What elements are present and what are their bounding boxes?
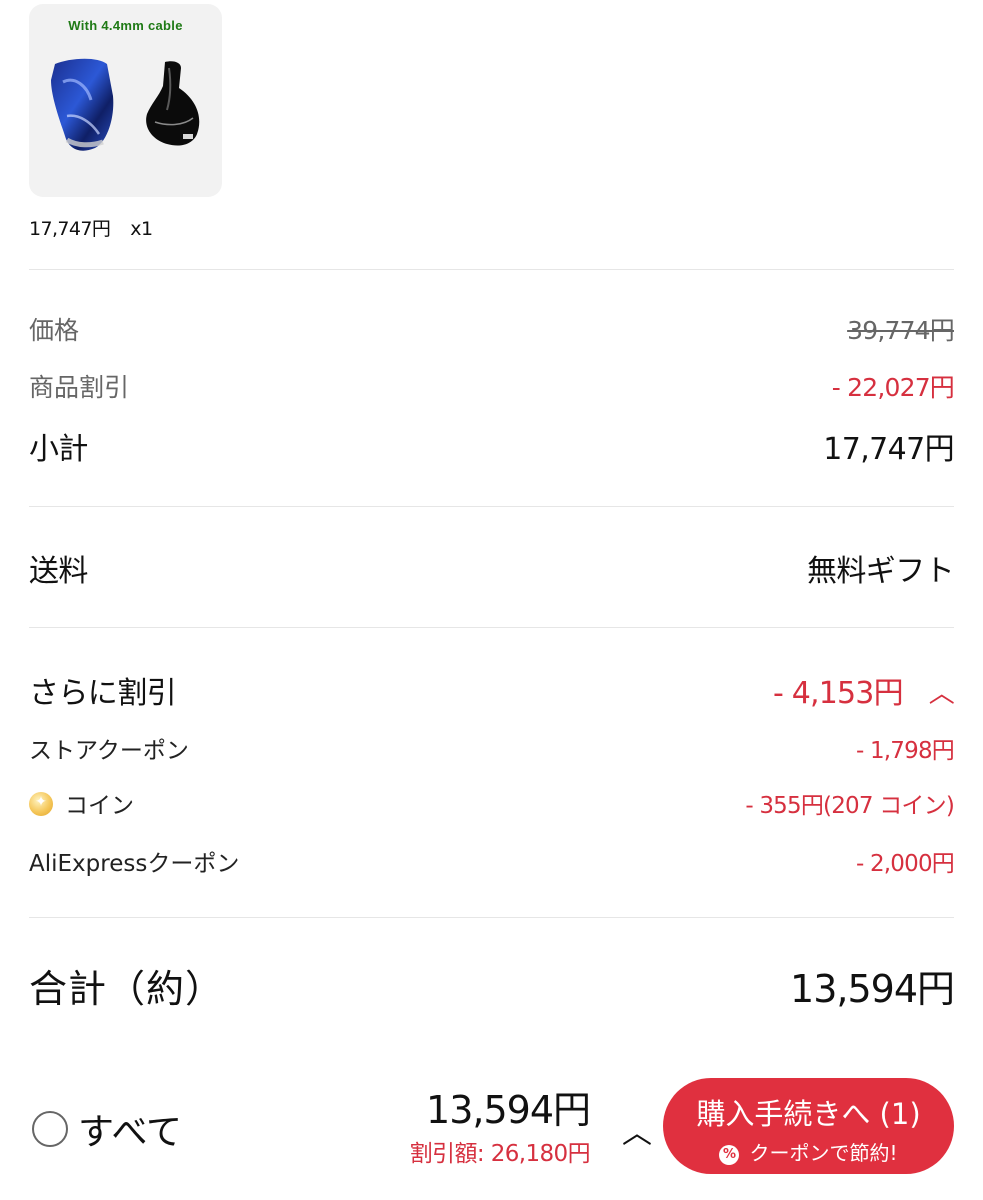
checkout-footer: すべて 13,594円 割引額: 26,180円 ︿ 購入手続きへ (1) % ク…	[0, 1070, 983, 1200]
select-all-radio[interactable]	[32, 1111, 68, 1147]
extra-discount-value: - 4,153円	[772, 676, 904, 711]
product-image[interactable]: With 4.4mm cable	[29, 4, 222, 197]
product-quantity: x1	[130, 218, 153, 240]
total-row: 合計（約） 13,594円	[29, 958, 955, 1012]
checkout-sub-label: クーポンで節約!	[749, 1141, 898, 1165]
product-discount-row: 商品割引 - 22,027円	[29, 367, 955, 405]
coin-icon	[29, 792, 53, 816]
aliexpress-coupon-value: - 2,000円	[855, 851, 955, 877]
product-price: 17,747円	[29, 218, 111, 240]
total-value: 13,594円	[790, 966, 955, 1011]
aliexpress-coupon-label: AliExpressクーポン	[29, 851, 240, 877]
footer-total: 13,594円 割引額: 26,180円	[409, 1088, 591, 1168]
divider	[29, 627, 954, 628]
checkout-button[interactable]: 購入手続きへ (1) % クーポンで節約!	[663, 1078, 954, 1174]
coupon-percent-icon: %	[719, 1145, 740, 1165]
footer-discount-text: 割引額: 26,180円	[409, 1141, 591, 1167]
extra-discount-toggle[interactable]: - 4,153円 ︿	[772, 668, 955, 712]
store-coupon-label: ストアクーポン	[29, 738, 189, 764]
checkout-button-label: 購入手続きへ (1)	[696, 1097, 921, 1131]
price-label: 価格	[29, 316, 80, 345]
product-discount-label: 商品割引	[29, 373, 130, 402]
checkout-button-sub: % クーポンで節約!	[663, 1137, 954, 1166]
earphones-picture	[51, 58, 200, 151]
product-price-quantity: 17,747円 x1	[29, 214, 153, 241]
total-label: 合計（約）	[29, 966, 225, 1011]
coin-label: コイン	[65, 793, 134, 819]
price-row: 価格 39,774円	[29, 310, 955, 348]
select-all-toggle[interactable]: すべて	[32, 1103, 182, 1155]
discount-item-row: ストアクーポン - 1,798円	[29, 730, 955, 766]
chevron-up-icon[interactable]: ︿	[622, 1108, 652, 1152]
extra-discount-label: さらに割引	[29, 676, 177, 711]
chevron-up-icon[interactable]: ︿	[929, 673, 955, 710]
discount-item-row: AliExpressクーポン - 2,000円	[29, 843, 955, 879]
extra-discount-row[interactable]: さらに割引 - 4,153円 ︿	[29, 668, 955, 712]
divider	[29, 506, 954, 507]
divider	[29, 917, 954, 918]
coin-value: - 355円(207 コイン)	[745, 793, 954, 819]
store-coupon-value: - 1,798円	[855, 738, 955, 764]
divider	[29, 269, 954, 270]
shipping-label: 送料	[29, 554, 88, 589]
subtotal-row: 小計 17,747円	[29, 424, 955, 468]
price-original: 39,774円	[847, 316, 955, 345]
product-discount-value: - 22,027円	[831, 373, 955, 402]
select-all-label: すべて	[78, 1112, 183, 1153]
subtotal-value: 17,747円	[823, 432, 954, 467]
discount-item-row: コイン - 355円(207 コイン)	[29, 785, 955, 821]
footer-total-value: 13,594円	[426, 1088, 591, 1132]
subtotal-label: 小計	[29, 432, 88, 467]
coin-label-wrap: コイン	[29, 786, 134, 820]
shipping-row: 送料 無料ギフト	[29, 546, 955, 590]
product-image-caption: With 4.4mm cable	[68, 18, 183, 33]
shipping-value: 無料ギフト	[807, 554, 955, 589]
